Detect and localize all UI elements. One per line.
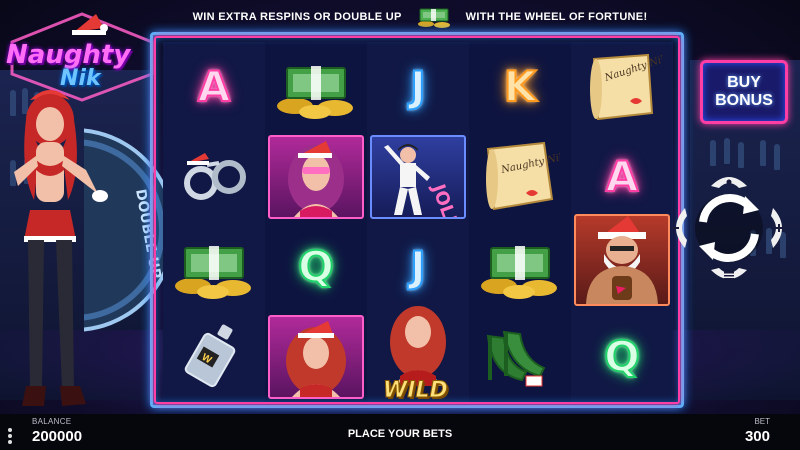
santa-girl-character [0, 90, 150, 410]
symbol-woman-redhead-santa-hat [265, 312, 367, 402]
banner-text-right: WITH THE WHEEL OF FORTUNE! [465, 11, 648, 23]
reel-grid: A J K Naughty Nik JOLLY Naughty Nik A Q … [163, 42, 673, 404]
game-stage: WIN EXTRA RESPINS OR DOUBLE UP WITH THE … [0, 0, 800, 450]
scroll-icon: Naughty Nik [590, 53, 662, 121]
cash-coins-icon [481, 246, 557, 299]
stack-icon [724, 272, 734, 280]
buy-bonus-button[interactable]: BUY BONUS [700, 60, 788, 124]
bottle [738, 142, 744, 168]
symbol-letter: Q [297, 242, 335, 291]
symbol-letter-q: Q [571, 312, 673, 402]
bet-plus-button[interactable] [771, 208, 783, 248]
bet-label: BET [754, 417, 770, 426]
symbol-jolly-disco-man: JOLLY [367, 132, 469, 241]
promo-banner: WIN EXTRA RESPINS OR DOUBLE UP WITH THE … [150, 4, 690, 30]
character-portrait [268, 135, 364, 219]
symbol-perfume-bottle: W [163, 312, 265, 402]
autoplay-icon [726, 179, 732, 185]
bottle [760, 140, 766, 166]
logo-word-nik: Nik [60, 66, 101, 91]
status-message: PLACE YOUR BETS [347, 428, 453, 440]
symbol-cash-coins [469, 222, 571, 312]
bottle [724, 138, 730, 164]
symbol-letter-j: J [367, 222, 469, 312]
symbol-santa-bad [571, 214, 673, 312]
symbol-letter: J [409, 242, 427, 291]
perfume-bottle-icon: W [184, 324, 236, 388]
symbol-woman-santa-hat-sunglasses [265, 132, 367, 222]
handcuffs-icon [184, 153, 246, 200]
bet-levels-button[interactable] [711, 268, 747, 280]
bet-value: 300 [744, 428, 770, 445]
symbol-green-high-heels [469, 312, 571, 402]
symbol-letter-k: K [469, 42, 571, 132]
menu-icon[interactable] [6, 428, 14, 444]
svg-text:JOLLY: JOLLY [427, 180, 464, 217]
spin-button[interactable] [695, 194, 763, 262]
symbol-letter-j: J [367, 42, 469, 132]
spin-controls [665, 166, 795, 290]
autoplay-button[interactable] [711, 177, 747, 188]
symbol-wild-woman[interactable]: WILD [367, 306, 469, 404]
symbol-letter: K [503, 62, 538, 111]
symbol-handcuffs [163, 132, 265, 222]
symbol-letter: J [409, 62, 427, 111]
character-portrait [268, 315, 364, 399]
bet-minus-button[interactable] [671, 208, 687, 248]
symbol-letter: Q [603, 332, 641, 381]
symbol-letter: A [605, 152, 639, 201]
symbol-letter-q: Q [265, 222, 367, 312]
buy-bonus-label-line-2: BONUS [715, 92, 773, 109]
symbol-naughty-scroll: Naughty Nik [571, 42, 673, 132]
cash-coins-icon [175, 246, 251, 299]
cash-coins-icon [277, 66, 353, 119]
banner-text-left: WIN EXTRA RESPINS OR DOUBLE UP [192, 11, 402, 23]
symbol-letter: A [197, 62, 231, 111]
wild-label: WILD [383, 378, 449, 404]
symbol-letter-a: A [163, 42, 265, 132]
balance-label: BALANCE [32, 417, 72, 426]
symbol-letter-a: A [571, 132, 673, 222]
bottle [710, 140, 716, 166]
character-portrait: JOLLY [370, 135, 466, 241]
symbol-cash-coins [163, 222, 265, 312]
symbol-cash-coins [265, 42, 367, 132]
high-heels-icon [486, 330, 546, 387]
balance-value: 200000 [32, 428, 83, 445]
buy-bonus-label-line-1: BUY [727, 74, 761, 91]
symbol-naughty-scroll: Naughty Nik [469, 132, 571, 222]
game-logo: Naughty Nik [2, 12, 162, 102]
scroll-icon: Naughty Nik [486, 141, 560, 211]
cash-icon [412, 5, 456, 29]
character-portrait [574, 214, 670, 306]
minus-icon [671, 227, 679, 229]
